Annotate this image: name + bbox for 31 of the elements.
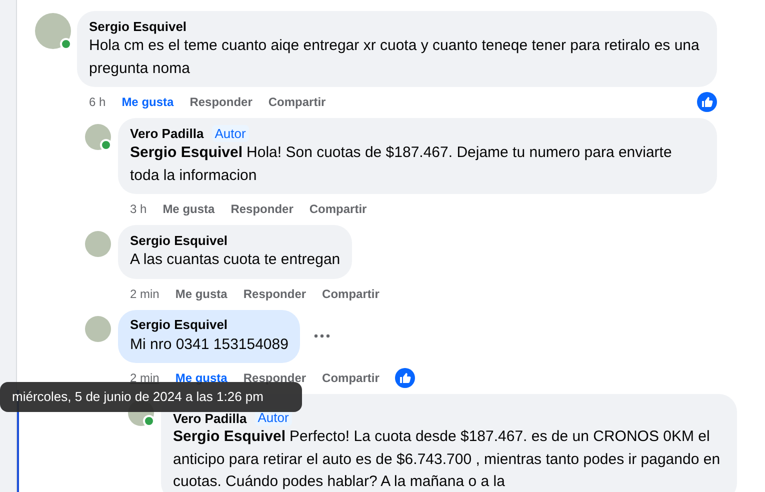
author-name[interactable]: Sergio Esquivel — [89, 18, 187, 34]
author-badge: Autor — [212, 124, 249, 142]
date-tooltip: miércoles, 5 de junio de 2024 a las 1:26 pm — [0, 382, 302, 412]
comment-action-link[interactable]: Responder — [230, 202, 294, 216]
comment-action-link[interactable]: Compartir — [322, 286, 380, 300]
comment-text: Hola cm es el teme cuanto aiqe entregar xr cuota y cuanto teneqe tener para retiralo es una pregunta noma — [89, 36, 700, 78]
comment-time[interactable]: 3 h — [130, 202, 147, 216]
comment-action-link[interactable]: Me gusta — [122, 95, 174, 109]
author-name[interactable]: Sergio Esquivel — [130, 232, 228, 248]
comment-text: A las cuantas cuota te entregan — [130, 250, 340, 270]
comment-action-link[interactable]: Compartir — [322, 371, 380, 385]
comment-time[interactable]: 2 min — [130, 371, 160, 385]
comment-time[interactable]: 2 min — [130, 286, 160, 300]
author-name[interactable]: Sergio Esquivel — [130, 317, 228, 332]
comment-time[interactable]: 6 h — [89, 95, 106, 109]
comment-action-link[interactable]: Me gusta — [162, 202, 215, 216]
more-options-icon[interactable] — [314, 334, 330, 338]
comment-action-link[interactable]: Me gusta — [175, 371, 228, 385]
comment-action-link[interactable]: Responder — [243, 286, 306, 300]
comment-action-link[interactable]: Responder — [190, 95, 252, 109]
like-reaction-icon[interactable] — [395, 368, 416, 388]
comment-action-link[interactable]: Compartir — [309, 202, 367, 216]
comment-action-link[interactable]: Me gusta — [175, 286, 228, 300]
like-reaction-icon[interactable] — [697, 92, 717, 112]
comment-text: Sergio Esquivel Perfecto! La cuota desde $187.467. es de un CRONOS 0KM el anticipo para retirar el auto es de $6.743.700 , mientras tanto podes ir pagando en cuotas. Cuándo podes hablar? A la mañana o a la — [173, 427, 722, 492]
comment-text: Sergio Esquivel Hola! Son cuotas de $187.467. Dejame tu numero para enviarte toda la informacion — [130, 143, 673, 186]
author-name[interactable]: Vero Padilla — [173, 411, 247, 426]
comment-action-link[interactable]: Compartir — [268, 95, 326, 109]
comment-text: Mi nro 0341 153154089 — [130, 334, 288, 354]
author-name[interactable]: Vero Padilla — [130, 126, 204, 140]
comment-action-link[interactable]: Responder — [243, 371, 306, 385]
